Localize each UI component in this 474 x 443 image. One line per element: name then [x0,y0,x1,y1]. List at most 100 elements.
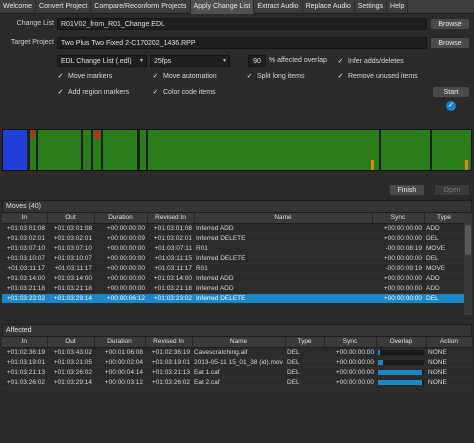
checkmark-icon: ✓ [337,73,344,80]
table-row[interactable]: +01:03:23:02 +01:03:29:14 +00:00:06:12 +01:… [2,293,464,304]
moves-column-header[interactable]: Duration [94,213,148,224]
table-row[interactable]: +01:03:21:18 +01:03:21:18 +00:00:00:00 +01:… [2,283,464,294]
table-cell: +00:00:00:00 [324,377,376,388]
fps-select[interactable]: 25fps ▾ [150,55,230,67]
table-cell: +01:02:36:19 [145,347,192,358]
checkmark-icon: ✓ [57,89,64,96]
affected-column-header[interactable]: Overlap [376,337,427,348]
table-row[interactable]: +01:03:21:13 +01:03:26:02 +00:00:04:14 +01:… [2,367,472,378]
affected-column-header[interactable]: Out [47,337,95,348]
table-cell: +01:03:26:02 [47,367,94,378]
checkmark-icon: ✓ [152,73,159,80]
table-row[interactable]: +01:03:26:02 +01:03:29:14 +00:00:03:12 +01:… [2,377,472,388]
change-list-browse-button[interactable]: Browse [430,18,470,30]
moves-column-header[interactable]: Sync [372,213,425,224]
table-cell: +01:03:02:01 [47,233,94,244]
split-long-checkbox[interactable]: ✓ Split long items [246,72,305,81]
change-list-field[interactable]: R01V02_from_R01_Change.EDL [57,18,427,30]
overlap-input[interactable]: 90 [248,55,266,67]
move-automation-checkbox[interactable]: ✓ Move automation [152,72,217,81]
table-row[interactable]: +01:03:01:08 +01:03:01:08 +00:00:00:00 +01:… [2,223,464,234]
overlap-label: % affected overlap [269,57,327,64]
target-project-field[interactable]: Two Plus Two Fixed 2-C170202_1436.RPP [57,37,427,49]
table-cell: +01:03:02:01 [2,233,47,244]
timeline-marker-orange [465,160,468,170]
table-cell: Cavescratching.aif [192,347,285,358]
table-cell: +01:03:14:00 [147,273,194,284]
table-row[interactable]: +01:03:19:01 +01:03:21:05 +00:00:02:04 +01:… [2,357,472,368]
table-cell: R01 [194,243,372,254]
table-cell: +00:00:00:00 [94,283,147,294]
affected-title: Affected [2,324,472,337]
table-row[interactable]: +01:02:36:19 +01:03:43:02 +00:01:06:08 +01:… [2,347,472,358]
affected-column-header[interactable]: Type [285,337,325,348]
moves-table: In Out Duration Revised In Name Sync Type +01:… [2,213,465,304]
moves-column-header[interactable]: In [2,213,48,224]
timeline-track [3,130,471,170]
chevron-down-icon: ▾ [139,58,143,64]
moves-column-header[interactable]: Type [424,213,465,224]
affected-column-header[interactable]: Revised In [145,337,193,348]
color-code-label: Color code items [163,88,216,96]
format-select[interactable]: EDL Change List (.edl) ▾ [57,55,147,67]
moves-scrollbar[interactable] [464,213,472,315]
table-cell: +00:00:03:12 [94,377,145,388]
table-cell: +01:03:21:18 [47,283,94,294]
moves-scroll-thumb[interactable] [465,225,471,255]
affected-column-header[interactable]: In [2,337,48,348]
affected-column-header[interactable]: Duration [94,337,146,348]
affected-column-header[interactable]: Name [192,337,286,348]
overlap-bar-track [378,379,424,385]
table-cell: +01:03:26:02 [2,377,47,388]
table-cell: +01:03:11:17 [147,263,194,274]
table-cell: NONE [426,357,472,368]
remove-unused-checkbox[interactable]: ✓ Remove unused items [337,72,418,81]
timeline-gap [91,130,93,170]
checkmark-icon: ✓ [152,89,159,96]
start-button[interactable]: Start [432,86,470,98]
move-markers-checkbox[interactable]: ✓ Move markers [57,72,113,81]
menu-item-help[interactable]: Help [387,0,409,14]
infer-adds-checkbox[interactable]: ✓ Infer adds/deletes [337,57,404,66]
add-region-markers-label: Add region markers [68,88,130,96]
timeline-gap [27,130,30,170]
timeline-gap [430,130,432,170]
fps-select-value: 25fps [154,58,172,65]
table-cell: +00:00:00:00 [372,273,424,284]
table-row[interactable]: +01:03:10:07 +01:03:10:07 +00:00:00:00 +01:… [2,253,464,264]
menu-item-compare-reconform-projects[interactable]: Compare/Reconform Projects [91,0,191,14]
target-project-browse-button[interactable]: Browse [430,37,470,49]
table-row[interactable]: +01:03:02:01 +01:03:02:01 +00:00:00:09 +01:… [2,233,464,244]
table-cell: +01:03:10:07 [47,253,94,264]
overlap-bar [378,349,381,355]
menu-item-welcome[interactable]: Welcome [0,0,37,14]
add-region-markers-checkbox[interactable]: ✓ Add region markers [57,88,130,97]
timeline-gap [36,130,38,170]
moves-column-header[interactable]: Out [47,213,95,224]
menu-item-convert-project[interactable]: Convert Project [36,0,92,14]
moves-column-header[interactable]: Revised In [147,213,195,224]
format-select-value: EDL Change List (.edl) [61,58,132,65]
menu-item-extract-audio[interactable]: Extract Audio [254,0,303,14]
table-cell: +00:00:00:00 [372,223,424,234]
menu-item-apply-change-list[interactable]: Apply Change List [190,0,255,14]
affected-column-header[interactable]: Sync [324,337,377,348]
menu-item-settings[interactable]: Settings [355,0,388,14]
table-row[interactable]: +01:03:11:17 +01:03:11:17 +00:00:00:00 +01:… [2,263,464,274]
moves-column-header[interactable]: Name [194,213,373,224]
color-code-checkbox[interactable]: ✓ Color code items [152,88,216,97]
finish-button[interactable]: Finish [389,184,425,196]
timeline-gap [81,130,83,170]
menu-item-replace-audio[interactable]: Replace Audio [303,0,355,14]
timeline-marker-red [31,130,34,138]
open-button[interactable]: Open [434,184,470,196]
table-cell: +01:03:14:00 [2,273,47,284]
timeline-gap [146,130,148,170]
table-row[interactable]: +01:03:14:00 +01:03:14:00 +00:00:00:00 +01:… [2,273,464,284]
table-cell: +01:03:14:00 [47,273,94,284]
affected-table: In Out Duration Revised In Name Type Sync Overl… [2,337,473,388]
table-cell: +01:03:19:01 [2,357,47,368]
timeline-view[interactable] [2,129,472,171]
table-row[interactable]: +01:03:07:10 +01:03:07:10 +00:00:00:00 +01:… [2,243,464,254]
affected-column-header[interactable]: Action [426,337,473,348]
